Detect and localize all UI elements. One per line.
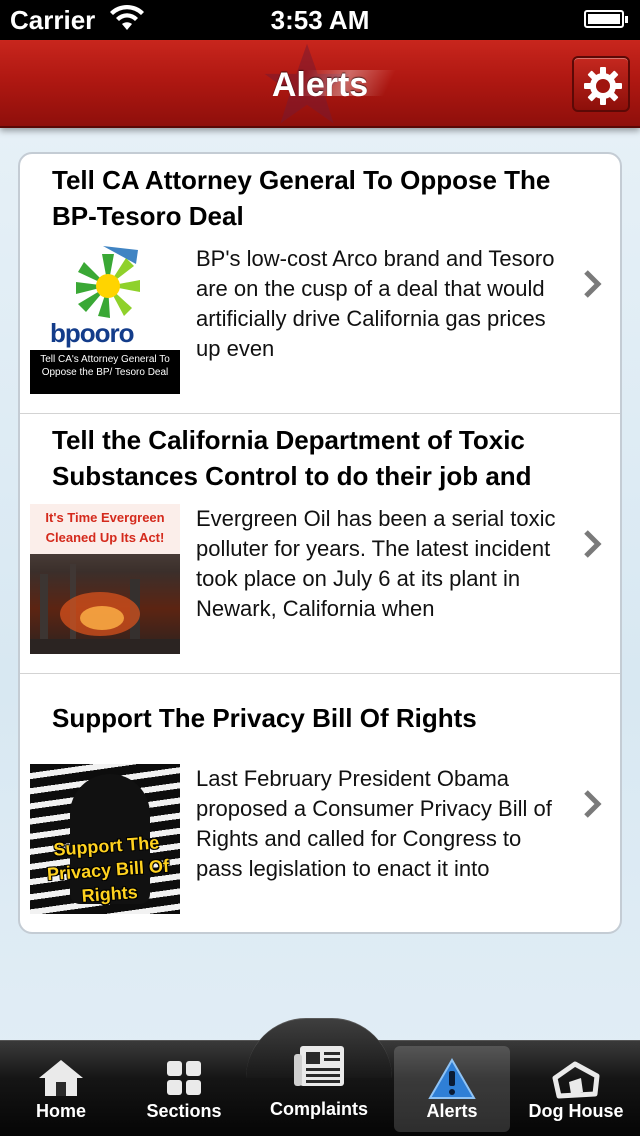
grid-icon bbox=[167, 1061, 201, 1095]
thumbnail-caption: It's Time Evergreen Cleaned Up Its Act! bbox=[30, 504, 180, 554]
home-icon bbox=[39, 1060, 83, 1096]
tab-dog-house[interactable]: Dog House bbox=[512, 1040, 640, 1136]
tab-sections[interactable]: Sections bbox=[122, 1040, 246, 1136]
battery-icon bbox=[584, 10, 628, 28]
tab-label: Home bbox=[35, 1101, 86, 1121]
alert-thumbnail: It's Time Evergreen Cleaned Up Its Act! bbox=[30, 504, 180, 654]
dog-house-icon bbox=[552, 1061, 600, 1099]
alert-title: Support The Privacy Bill Of Rights bbox=[52, 703, 477, 733]
tab-label: Sections bbox=[146, 1101, 222, 1121]
alert-summary: Last February President Obama proposed a… bbox=[196, 766, 552, 881]
tab-label: Dog House bbox=[528, 1101, 624, 1121]
tab-complaints[interactable]: Complaints bbox=[246, 1040, 392, 1136]
refinery-fire-image bbox=[30, 564, 180, 654]
tab-label: Complaints bbox=[269, 1099, 368, 1119]
alert-item-evergreen[interactable]: Tell the California Department of Toxic … bbox=[20, 414, 620, 674]
status-bar: Carrier 3:53 AM bbox=[0, 0, 640, 40]
tab-home[interactable]: Home bbox=[0, 1040, 122, 1136]
alert-item-privacy[interactable]: Support The Privacy Bill Of Rights Suppo… bbox=[20, 674, 620, 932]
settings-button[interactable] bbox=[572, 56, 630, 112]
tab-alerts[interactable]: Alerts bbox=[392, 1040, 512, 1136]
thumbnail-brand-text: bpooro bbox=[50, 318, 135, 348]
alert-summary: BP's low-cost Arco brand and Tesoro are … bbox=[196, 246, 555, 361]
chevron-right-icon bbox=[584, 790, 602, 818]
chevron-right-icon bbox=[584, 270, 602, 298]
gear-icon bbox=[584, 67, 622, 105]
thumbnail-caption: Tell CA's Attorney General To Oppose the… bbox=[30, 350, 180, 394]
alert-summary: Evergreen Oil has been a serial toxic po… bbox=[196, 506, 556, 621]
alert-item-bp-tesoro[interactable]: Tell CA Attorney General To Oppose The B… bbox=[20, 154, 620, 414]
nav-bar: Alerts bbox=[0, 40, 640, 128]
chevron-right-icon bbox=[584, 530, 602, 558]
tab-label: Alerts bbox=[426, 1101, 478, 1121]
page-title: Alerts bbox=[271, 66, 369, 104]
thumbnail-caption: Support The Privacy Bill Of Rights bbox=[46, 832, 170, 906]
alert-thumbnail: Support The Privacy Bill Of Rights bbox=[30, 764, 180, 914]
warning-icon bbox=[428, 1058, 476, 1099]
alert-title: Tell the California Department of Toxic … bbox=[52, 425, 532, 491]
alerts-list: Tell CA Attorney General To Oppose The B… bbox=[18, 152, 622, 934]
alert-title: Tell CA Attorney General To Oppose The B… bbox=[52, 165, 551, 231]
newspaper-icon bbox=[294, 1046, 344, 1086]
alert-thumbnail: bpooro Tell CA's Attorney General To Opp… bbox=[30, 244, 180, 394]
clock: 3:53 AM bbox=[270, 5, 370, 35]
